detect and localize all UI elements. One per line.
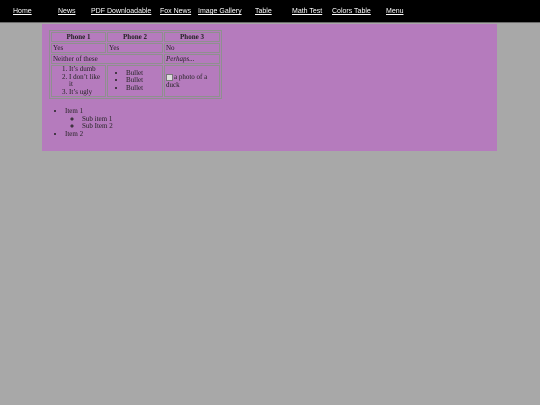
- table-cell-ordered-list: It’s dumb I don’t like it It’s ugly: [51, 65, 106, 98]
- list-item: Bullet: [126, 84, 161, 93]
- table-header-row: Phone 1 Phone 2 Phone 3: [51, 32, 220, 42]
- sub-item-list: Sub item 1 Sub Item 2: [65, 115, 113, 131]
- nav-link-image-gallery[interactable]: Image Gallery: [198, 7, 242, 16]
- bullet-list: Bullet Bullet Bullet: [109, 69, 161, 93]
- nav-link-table[interactable]: Table: [255, 7, 272, 16]
- nav-link-fox-news[interactable]: Fox News: [160, 7, 191, 16]
- table-row: Yes Yes No: [51, 43, 220, 53]
- table-cell-image: a photo of a duck: [164, 65, 220, 98]
- table-cell-bullet-list: Bullet Bullet Bullet: [107, 65, 163, 98]
- top-navigation-bar: Home News PDF Downloadable Fox News Imag…: [0, 0, 540, 23]
- ordered-list: It’s dumb I don’t like it It’s ugly: [53, 65, 104, 97]
- table-cell: Yes: [51, 43, 106, 53]
- duck-photo-image: a photo of a duck: [166, 73, 218, 89]
- nav-link-menu[interactable]: Menu: [386, 7, 404, 16]
- table-cell: No: [164, 43, 220, 53]
- table-cell-merged: Neither of these: [51, 54, 163, 64]
- sub-list-item: Sub Item 2: [82, 123, 113, 131]
- content-panel: Phone 1 Phone 2 Phone 3 Yes Yes No Neith…: [42, 24, 497, 151]
- table-row: It’s dumb I don’t like it It’s ugly Bull…: [51, 65, 220, 98]
- nested-item-list: Item 1 Sub item 1 Sub Item 2 Item 2: [48, 107, 113, 139]
- phones-table: Phone 1 Phone 2 Phone 3 Yes Yes No Neith…: [49, 30, 222, 100]
- broken-image-icon: [166, 74, 173, 82]
- list-item: Item 2: [65, 130, 113, 139]
- list-item: It’s ugly: [69, 88, 104, 97]
- table-header-phone-3: Phone 3: [164, 32, 220, 42]
- table-header-phone-1: Phone 1: [51, 32, 106, 42]
- table-cell: Perhaps...: [164, 54, 220, 64]
- nav-link-colors-table[interactable]: Colors Table: [332, 7, 371, 16]
- table-cell: Yes: [107, 43, 163, 53]
- nav-link-math-test[interactable]: Math Test: [292, 7, 322, 16]
- list-item: Item 1 Sub item 1 Sub Item 2: [65, 107, 113, 131]
- nav-link-home[interactable]: Home: [13, 7, 32, 16]
- table-row: Neither of these Perhaps...: [51, 54, 220, 64]
- table-header-phone-2: Phone 2: [107, 32, 163, 42]
- nav-link-news[interactable]: News: [58, 7, 76, 16]
- list-item-label: Item 1: [65, 107, 84, 115]
- nav-link-pdf-downloadable[interactable]: PDF Downloadable: [91, 7, 151, 16]
- list-item: I don’t like it: [69, 73, 104, 89]
